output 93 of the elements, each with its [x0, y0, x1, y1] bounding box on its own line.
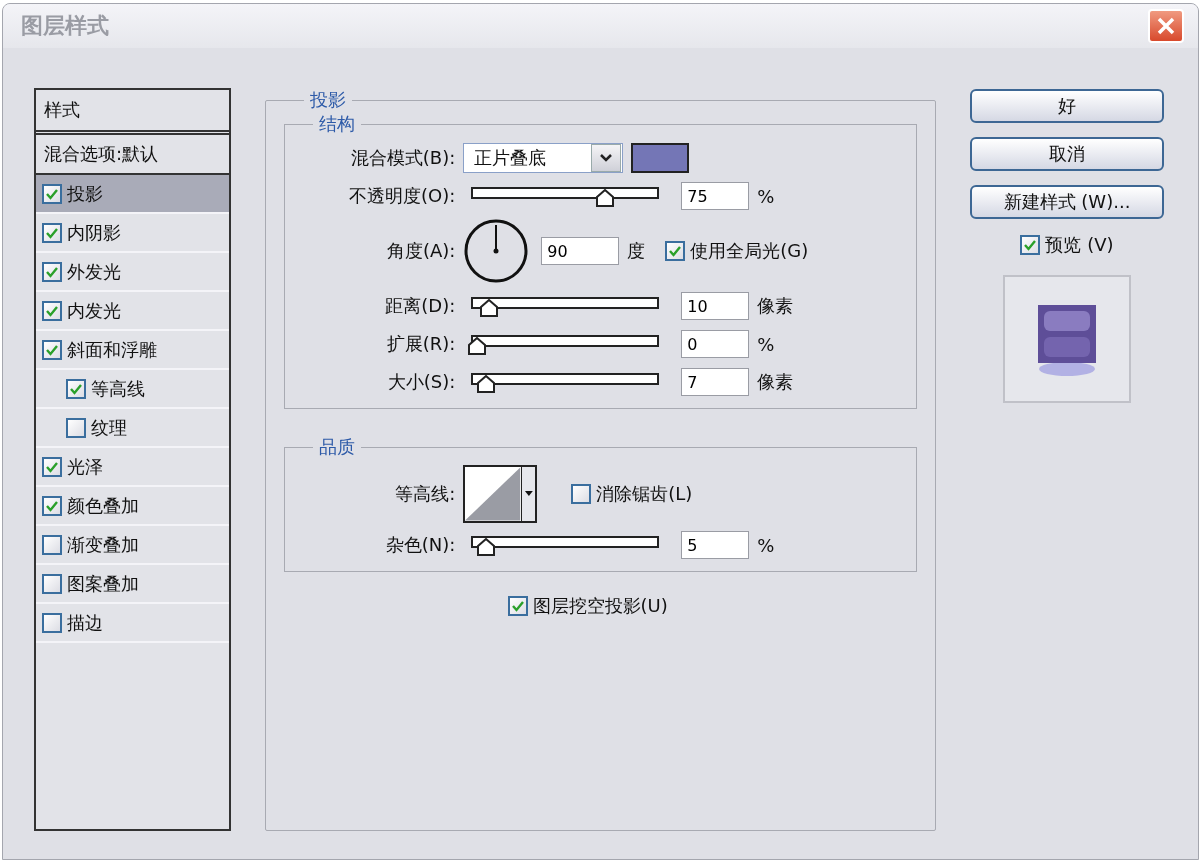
checkbox-label[interactable]: 图层挖空投影(U)	[532, 594, 668, 618]
dialog-button[interactable]: 新建样式 (W)...	[970, 185, 1164, 219]
field-label: 不透明度(O):	[348, 184, 456, 208]
item-label: 等高线	[91, 376, 145, 401]
number-field[interactable]: 10	[681, 292, 750, 320]
dialog-button[interactable]: 取消	[970, 137, 1164, 171]
item-label: 描边	[67, 610, 103, 635]
check-icon	[46, 304, 58, 317]
field-label: 杂色(N):	[384, 533, 456, 557]
group-title: 品质	[318, 435, 357, 459]
list-header: 样式	[36, 90, 230, 135]
style-list-item[interactable]: 颜色叠加	[36, 487, 230, 526]
number-field[interactable]: 0	[681, 330, 750, 358]
item-label: 纹理	[91, 415, 127, 440]
unit-label: 像素	[757, 294, 794, 318]
check-icon	[1024, 239, 1037, 251]
check-icon	[46, 187, 58, 200]
style-list-item[interactable]: 内发光	[36, 292, 230, 331]
checkbox[interactable]	[42, 222, 62, 243]
item-label: 投影	[67, 181, 103, 206]
color-swatch[interactable]	[631, 143, 690, 173]
blend-mode-dropdown[interactable]: 正片叠底	[463, 143, 624, 173]
slider-track[interactable]	[467, 333, 660, 355]
style-list-item[interactable]: 渐变叠加	[36, 526, 230, 565]
checkbox[interactable]	[42, 573, 62, 594]
check-icon	[46, 460, 58, 473]
unit-label: %	[757, 534, 775, 556]
contour-curve-icon	[465, 467, 521, 521]
window-title: 图层样式	[21, 12, 109, 40]
checkbox-label[interactable]: 使用全局光(G)	[690, 239, 809, 263]
dialog-button[interactable]: 好	[970, 89, 1164, 123]
checkbox-label[interactable]: 消除锯齿(L)	[596, 482, 693, 506]
item-label: 内阴影	[67, 220, 121, 245]
field-label: 混合模式(B):	[349, 146, 456, 170]
field-label: 等高线:	[394, 482, 456, 506]
checkbox[interactable]	[42, 339, 62, 360]
unit-label: 度	[627, 239, 646, 263]
checkbox-label[interactable]: 预览 (V)	[1045, 233, 1114, 257]
checkbox[interactable]	[42, 183, 62, 204]
style-list-item[interactable]: 光泽	[36, 448, 230, 487]
checkbox[interactable]	[42, 300, 62, 321]
field-label: 角度(A):	[385, 239, 456, 263]
item-label: 内发光	[67, 298, 121, 323]
angle-dial-icon[interactable]	[463, 218, 530, 284]
style-list-item[interactable]: 外发光	[36, 253, 230, 292]
field-label: 距离(D):	[384, 294, 456, 318]
close-button[interactable]	[1148, 9, 1184, 43]
check-icon	[46, 226, 58, 239]
number-field[interactable]: 75	[681, 182, 750, 210]
item-label: 渐变叠加	[67, 532, 139, 557]
checkbox[interactable]	[571, 484, 592, 504]
check-icon	[669, 245, 682, 257]
field-label: 扩展(R):	[385, 332, 456, 356]
style-list-item[interactable]: 等高线	[36, 370, 230, 409]
style-list-item[interactable]: 图案叠加	[36, 565, 230, 604]
check-icon	[46, 343, 58, 356]
style-list-item[interactable]: 投影	[36, 175, 230, 214]
style-list-item[interactable]: 内阴影	[36, 214, 230, 253]
item-label: 斜面和浮雕	[67, 337, 157, 362]
caret-icon	[591, 144, 622, 172]
check-icon	[46, 265, 58, 278]
check-icon	[511, 600, 524, 612]
checkbox[interactable]	[42, 612, 62, 633]
checkbox[interactable]	[42, 534, 62, 555]
close-icon	[1156, 16, 1176, 36]
checkbox[interactable]	[66, 417, 86, 438]
checkbox[interactable]	[1020, 235, 1041, 255]
unit-label: %	[757, 185, 775, 207]
contour-picker[interactable]	[463, 465, 538, 523]
checkbox[interactable]	[42, 456, 62, 477]
number-field[interactable]: 5	[681, 531, 750, 559]
group-title: 结构	[318, 112, 357, 136]
check-icon	[46, 499, 58, 512]
checkbox[interactable]	[42, 495, 62, 516]
style-list-item[interactable]: 斜面和浮雕	[36, 331, 230, 370]
checkbox[interactable]	[665, 241, 686, 261]
number-field[interactable]: 7	[681, 368, 750, 396]
checkbox[interactable]	[42, 261, 62, 282]
caret-icon	[520, 467, 536, 521]
checkbox[interactable]	[66, 378, 86, 399]
unit-label: %	[757, 333, 775, 355]
number-field[interactable]: 90	[541, 237, 620, 265]
panel-title: 投影	[309, 88, 348, 112]
style-list-item[interactable]: 描边	[36, 604, 230, 643]
check-icon	[70, 382, 82, 395]
item-label: 光泽	[67, 454, 103, 479]
style-list-item[interactable]: 纹理	[36, 409, 230, 448]
item-label: 图案叠加	[67, 571, 139, 596]
checkbox[interactable]	[507, 596, 528, 616]
item-label: 外发光	[67, 259, 121, 284]
field-label: 大小(S):	[386, 370, 456, 394]
unit-label: 像素	[757, 370, 794, 394]
item-label: 颜色叠加	[67, 493, 139, 518]
